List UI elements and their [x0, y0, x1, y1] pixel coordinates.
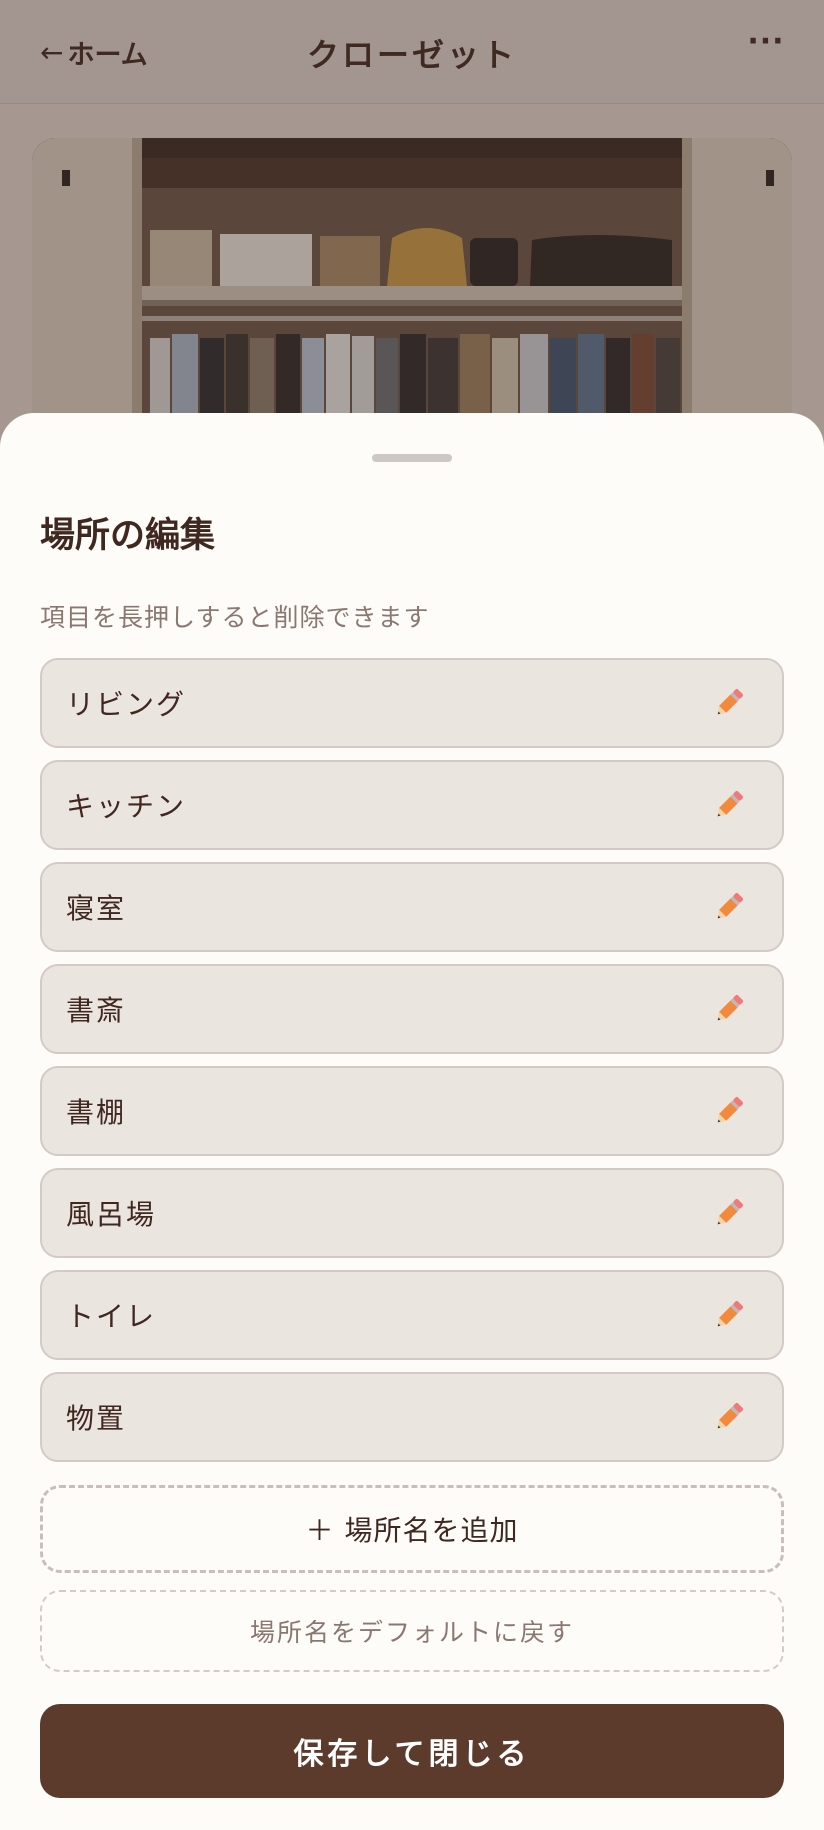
delete-hint: 項目を長押しすると削除できます: [40, 603, 430, 632]
location-item-label: キッチン: [66, 790, 187, 823]
location-item[interactable]: リビング: [40, 658, 784, 748]
top-bar: ← ホーム クローゼット ···: [0, 0, 824, 104]
closet-illustration: [32, 138, 792, 438]
add-location-button[interactable]: ＋ 場所名を追加: [40, 1485, 784, 1573]
location-list: リビング キッチン 寝室 書斎 書棚 風呂場 トイレ 物置: [40, 658, 784, 1474]
location-item[interactable]: トイレ: [40, 1270, 784, 1360]
location-item-label: 寝室: [66, 892, 127, 925]
location-item-label: 風呂場: [66, 1198, 157, 1231]
pencil-icon[interactable]: [712, 1196, 746, 1230]
reset-default-button[interactable]: 場所名をデフォルトに戻す: [40, 1590, 784, 1672]
closet-photo: [32, 138, 792, 438]
pencil-icon[interactable]: [712, 992, 746, 1026]
pencil-icon[interactable]: [712, 1094, 746, 1128]
location-item-label: 書棚: [66, 1096, 127, 1129]
more-options-icon[interactable]: ···: [746, 24, 786, 64]
sheet-title: 場所の編集: [40, 516, 216, 556]
location-item-label: 書斎: [66, 994, 127, 1027]
location-item[interactable]: 寝室: [40, 862, 784, 952]
screen: ← ホーム クローゼット ··· 場所の編集 項目を長押しすると削除できます リ…: [0, 0, 824, 1830]
location-item-label: リビング: [66, 688, 187, 721]
pencil-icon[interactable]: [712, 686, 746, 720]
pencil-icon[interactable]: [712, 1298, 746, 1332]
location-item-label: 物置: [66, 1402, 127, 1435]
location-item[interactable]: 風呂場: [40, 1168, 784, 1258]
location-item[interactable]: キッチン: [40, 760, 784, 850]
edit-locations-sheet: 場所の編集 項目を長押しすると削除できます リビング キッチン 寝室 書斎 書棚: [0, 413, 824, 1830]
location-item[interactable]: 書棚: [40, 1066, 784, 1156]
location-item[interactable]: 物置: [40, 1372, 784, 1462]
sheet-drag-handle[interactable]: [372, 454, 452, 462]
location-item-label: トイレ: [66, 1300, 157, 1333]
save-close-button[interactable]: 保存して閉じる: [40, 1704, 784, 1798]
pencil-icon[interactable]: [712, 890, 746, 924]
location-item[interactable]: 書斎: [40, 964, 784, 1054]
page-title: クローゼット: [306, 36, 517, 74]
pencil-icon[interactable]: [712, 1400, 746, 1434]
pencil-icon[interactable]: [712, 788, 746, 822]
